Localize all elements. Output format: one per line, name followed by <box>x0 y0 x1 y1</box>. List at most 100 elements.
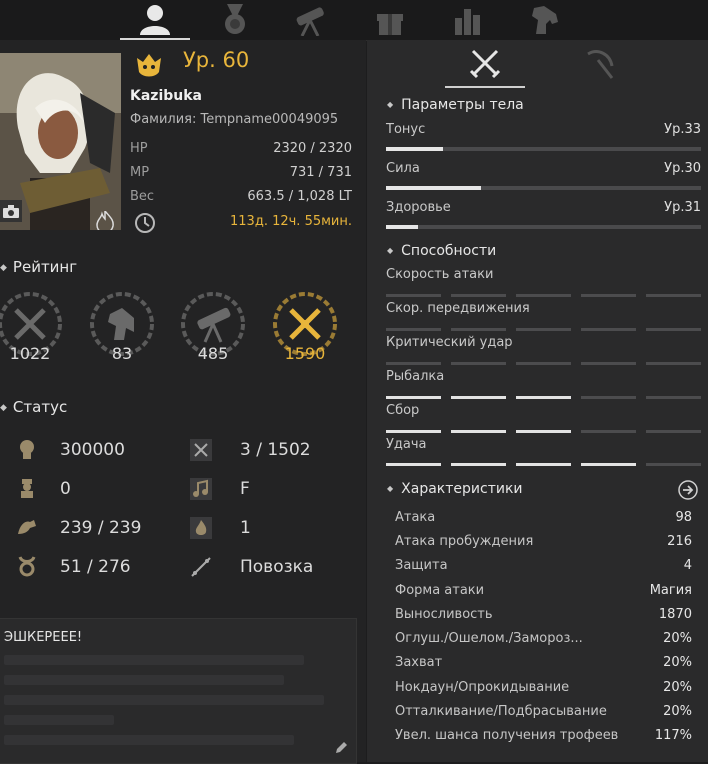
hp-label: HP <box>130 141 148 156</box>
characteristic-value: 20% <box>663 631 692 646</box>
music-value: F <box>240 479 250 499</box>
class-emblem-icon <box>137 54 161 77</box>
rating-header: ◆ Рейтинг <box>0 258 78 276</box>
rating-horse-value: 83 <box>111 344 133 363</box>
tab-character[interactable] <box>120 0 190 40</box>
ability-segment <box>516 396 571 399</box>
ability-segment <box>581 430 636 433</box>
tab-quests[interactable] <box>200 0 270 40</box>
character-level: Ур. 60 <box>183 48 250 72</box>
characteristic-value: Магия <box>649 583 692 598</box>
ability-label: Скорость атаки <box>386 267 494 282</box>
status-header: ◆ Статус <box>0 398 68 416</box>
ability-segment <box>386 463 441 466</box>
carriage-value: Повозка <box>240 557 314 577</box>
body-param-progress <box>386 186 701 190</box>
weight-label: Вес <box>130 189 155 204</box>
sickle-icon <box>587 50 614 79</box>
crossed-swords-icon <box>469 49 501 79</box>
ability-meter <box>386 328 701 331</box>
stats-tab-bar <box>367 40 708 90</box>
body-param-label: Сила <box>386 161 420 176</box>
characteristic-value: 20% <box>663 655 692 670</box>
ability-segment <box>451 362 506 365</box>
ability-segment <box>451 294 506 297</box>
characteristic-value: 117% <box>654 728 692 743</box>
bio-textbox[interactable]: ЭШКЕРЕЕЕ! <box>0 618 357 764</box>
ability-segment <box>581 328 636 331</box>
characteristic-label: Атака пробуждения <box>395 534 534 549</box>
ability-segment <box>581 294 636 297</box>
camera-button[interactable] <box>0 200 22 222</box>
ability-segment <box>451 396 506 399</box>
tab-knowledge[interactable] <box>275 0 345 40</box>
ability-segment <box>516 430 571 433</box>
ability-segment <box>581 463 636 466</box>
ability-meter <box>386 430 701 433</box>
tab-gifts[interactable] <box>355 0 425 40</box>
ability-label: Удача <box>386 437 427 452</box>
gift-icon <box>377 14 403 35</box>
telescope-icon <box>296 7 324 36</box>
mp-value: 731 / 731 <box>289 165 352 180</box>
ability-segment <box>646 328 701 331</box>
pencil-icon[interactable] <box>334 741 348 755</box>
characteristics-title: Характеристики <box>401 481 523 497</box>
weight-value: 663.5 / 1,028 LT <box>247 189 352 204</box>
characteristic-value: 216 <box>667 534 692 549</box>
body-param-progress <box>386 147 701 151</box>
playtime-clock <box>134 212 156 238</box>
body-param-label: Здоровье <box>386 200 451 215</box>
contribution-value: 0 <box>60 479 71 499</box>
tab-pets[interactable] <box>510 0 580 40</box>
abilities-title: Способности <box>401 243 497 259</box>
awakening-badge <box>96 208 114 230</box>
bio-line <box>4 715 114 725</box>
bio-title: ЭШКЕРЕЕЕ! <box>4 630 83 645</box>
hp-value: 2320 / 2320 <box>273 141 352 156</box>
ability-segment <box>386 362 441 365</box>
body-param-level: Ур.31 <box>664 200 701 215</box>
abilities-header: ◆ Способности <box>387 243 497 259</box>
ability-segment <box>386 430 441 433</box>
ability-segment <box>451 328 506 331</box>
knowledge-icon <box>18 556 36 577</box>
ability-meter <box>386 362 701 365</box>
characteristic-value: 4 <box>683 558 692 573</box>
characteristic-label: Увел. шанса получения трофеев <box>395 728 619 743</box>
characteristic-value: 98 <box>675 510 692 525</box>
bio-line <box>4 655 304 665</box>
characteristic-label: Оглуш./Ошелом./Замороз... <box>395 631 583 646</box>
characteristics-header: ◆ Характеристики <box>387 481 523 497</box>
tab-combat[interactable] <box>445 40 525 88</box>
ability-segment <box>646 362 701 365</box>
ability-label: Скор. передвижения <box>386 301 530 316</box>
tab-life-skills[interactable] <box>560 40 640 88</box>
contribution-icon <box>21 479 33 498</box>
medal-icon <box>225 4 245 34</box>
progress-fill <box>386 225 418 229</box>
ability-segment <box>516 362 571 365</box>
ability-segment <box>516 463 571 466</box>
strength-value: 239 / 239 <box>60 518 142 538</box>
carriage-icon <box>191 557 211 577</box>
ability-segment <box>451 430 506 433</box>
ability-segment <box>646 396 701 399</box>
ability-meter <box>386 396 701 399</box>
body-param-level: Ур.33 <box>664 122 701 137</box>
ability-segment <box>646 294 701 297</box>
tab-statistics[interactable] <box>433 0 503 40</box>
ability-segment <box>646 430 701 433</box>
status-title: Статус <box>12 398 68 416</box>
progress-fill <box>386 147 443 151</box>
ability-meter <box>386 463 701 466</box>
bar-chart-icon <box>455 9 480 35</box>
arrow-right-circle-icon[interactable] <box>678 480 698 500</box>
music-icon <box>190 478 212 500</box>
characteristic-label: Выносливость <box>395 607 493 622</box>
characteristic-label: Отталкивание/Подбрасывание <box>395 704 607 719</box>
ability-segment <box>386 396 441 399</box>
bio-line <box>4 675 284 685</box>
playtime-value: 113д. 12ч. 55мин. <box>230 214 352 229</box>
ability-segment <box>386 328 441 331</box>
